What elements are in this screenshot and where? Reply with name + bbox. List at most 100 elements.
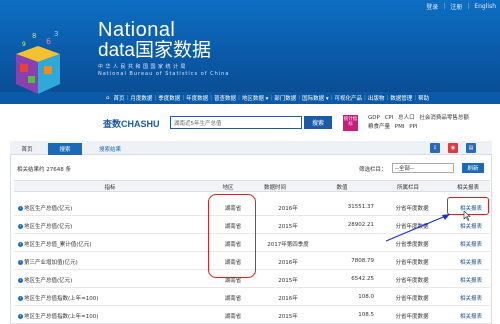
nav-item-help[interactable]: 帮助 bbox=[416, 94, 431, 102]
related-report-link[interactable]: 相关报表 bbox=[454, 222, 488, 230]
breadcrumb-tabs bbox=[10, 141, 492, 155]
svg-text:6: 6 bbox=[46, 37, 51, 46]
indicator-cell: i 地区生产总值_累计值(亿元) bbox=[18, 240, 92, 248]
value-cell: 7808.79 bbox=[351, 258, 374, 264]
separator: | bbox=[467, 3, 470, 10]
download-icon[interactable]: ⇩ bbox=[430, 143, 440, 153]
nav-item-regional[interactable]: 地区数据 ▾ bbox=[240, 94, 271, 102]
region-cell: 湖南省 bbox=[224, 314, 242, 320]
logo-title-cn: data国家数据 bbox=[98, 40, 211, 61]
nav-item-annual[interactable]: 年度数据 bbox=[184, 94, 210, 102]
info-icon[interactable]: i bbox=[18, 223, 23, 229]
column-header-region: 地区 bbox=[222, 185, 234, 191]
logo-title-en: National bbox=[98, 19, 176, 41]
home-icon[interactable]: ⌂ bbox=[104, 95, 112, 101]
nav-item-quarterly[interactable]: 季度数据 bbox=[156, 94, 182, 102]
register-link[interactable]: 注册 bbox=[450, 2, 462, 11]
value-cell: 108.0 bbox=[358, 294, 374, 300]
time-cell: 2016年 bbox=[278, 206, 298, 212]
time-cell: 2015年 bbox=[278, 278, 298, 284]
hot-link[interactable]: 粮食产量 bbox=[368, 124, 390, 130]
site-header bbox=[0, 0, 500, 92]
toolbar-icons: ⇩ ◉ ▤ bbox=[430, 143, 476, 153]
indicator-name[interactable]: 第三产业增加值(亿元) bbox=[24, 258, 78, 266]
time-cell: 2016年 bbox=[278, 296, 298, 302]
svg-text:9: 9 bbox=[22, 41, 26, 48]
table-row: i 地区生产总值指数(上年=100) 湖南省 2016年 108.0 分省年度数据… bbox=[14, 288, 490, 306]
filter-select[interactable]: --全部-- bbox=[392, 163, 454, 173]
nav-item-census[interactable]: 普查数据 bbox=[212, 94, 238, 102]
chashu-logo: 查数CHASHU bbox=[103, 117, 160, 130]
hot-link[interactable]: 社会消费品零售总额 bbox=[419, 115, 469, 121]
result-count: 相关结果约 27648 条 bbox=[17, 167, 71, 173]
indicator-cell: i 地区生产总值(亿元) bbox=[18, 204, 72, 212]
hot-link[interactable]: PMI bbox=[395, 124, 405, 130]
logo-subtitle-cn: 中华人民共和国国家统计局 bbox=[98, 64, 189, 70]
indicator-cell: i 地区生产总值(亿元) bbox=[18, 222, 72, 230]
nav-item-department[interactable]: 部门数据 bbox=[272, 94, 298, 102]
tab-search[interactable]: 搜索 bbox=[48, 143, 82, 155]
indicator-name[interactable]: 地区生产总值(亿元) bbox=[24, 204, 72, 212]
value-cell: 31551.37 bbox=[347, 204, 374, 210]
info-icon[interactable]: i bbox=[18, 241, 23, 247]
indicator-name[interactable]: 地区生产总值(亿元) bbox=[24, 276, 72, 284]
search-input[interactable] bbox=[170, 116, 302, 129]
related-report-link[interactable]: 相关报表 bbox=[454, 312, 488, 320]
column-cell[interactable]: 分省年度数据 bbox=[392, 294, 432, 302]
login-link[interactable]: 登录 bbox=[426, 2, 438, 11]
indicator-cell: i 地区生产总值指数(上年=100) bbox=[18, 294, 98, 302]
info-icon[interactable]: i bbox=[18, 295, 23, 301]
value-cell: 6542.25 bbox=[351, 276, 374, 282]
related-report-link[interactable]: 相关报表 bbox=[454, 294, 488, 302]
info-icon[interactable]: i bbox=[18, 205, 23, 211]
indicator-name[interactable]: 地区生产总值_累计值(亿元) bbox=[24, 240, 92, 248]
column-header-time: 数据时间 bbox=[263, 185, 286, 191]
filter-select-value: --全部-- bbox=[395, 166, 414, 172]
column-cell[interactable]: 分省年度数据 bbox=[392, 258, 432, 266]
nav-item-publications[interactable]: 出版物 bbox=[366, 94, 387, 102]
weibo-icon[interactable]: ◉ bbox=[448, 143, 458, 153]
english-link[interactable]: English bbox=[474, 3, 496, 10]
region-highlight-annotation bbox=[208, 194, 256, 278]
stat-indicator-badge[interactable]: 统计指标 bbox=[343, 115, 358, 131]
tab-search-result[interactable]: 搜索结果 bbox=[90, 143, 130, 155]
tab-home[interactable]: 首页 bbox=[12, 143, 42, 155]
chashu-brand-name: CHASHU bbox=[121, 119, 160, 129]
indicator-name[interactable]: 地区生产总值指数(上年=100) bbox=[24, 294, 98, 302]
info-icon[interactable]: i bbox=[18, 259, 23, 265]
svg-text:8: 8 bbox=[32, 32, 36, 40]
search-button[interactable]: 搜索 bbox=[304, 116, 332, 129]
nav-item-visualization[interactable]: 可视化产品 bbox=[333, 94, 365, 102]
nav-item-international[interactable]: 国际数据 ▾ bbox=[300, 94, 331, 102]
separator: | bbox=[443, 3, 446, 10]
main-nav: ⌂ 首页 | 月度数据 | 季度数据 | 年度数据 | 普查数据 | 地区数据 … bbox=[104, 92, 500, 104]
related-report-link[interactable]: 相关报表 bbox=[454, 240, 488, 248]
nav-item-home[interactable]: 首页 bbox=[112, 94, 127, 102]
related-report-link[interactable]: 相关报表 bbox=[454, 276, 488, 284]
nav-item-monthly[interactable]: 月度数据 bbox=[128, 94, 154, 102]
info-icon[interactable]: i bbox=[18, 313, 23, 319]
time-cell: 2017年第四季度 bbox=[267, 242, 309, 248]
hot-link[interactable]: PPI bbox=[409, 124, 417, 130]
related-report-link[interactable]: 相关报表 bbox=[454, 258, 488, 266]
value-cell: 28902.21 bbox=[347, 222, 374, 228]
column-cell[interactable]: 分省年度数据 bbox=[392, 276, 432, 284]
hot-link[interactable]: 总人口 bbox=[398, 115, 415, 121]
indicator-cell: i 地区生产总值指数(上年=100) bbox=[18, 312, 98, 320]
time-cell: 2015年 bbox=[278, 224, 298, 230]
hot-link[interactable]: CPI bbox=[385, 115, 394, 121]
refresh-button[interactable]: 刷新 bbox=[462, 163, 484, 173]
indicator-name[interactable]: 地区生产总值指数(上年=100) bbox=[24, 312, 98, 320]
indicator-name[interactable]: 地区生产总值(亿元) bbox=[24, 222, 72, 230]
header-background bbox=[0, 0, 500, 92]
column-cell[interactable]: 分省年度数据 bbox=[392, 312, 432, 320]
nav-item-data-management[interactable]: 数据管理 bbox=[388, 94, 414, 102]
svg-text:3: 3 bbox=[54, 30, 58, 38]
hot-link[interactable]: GDP bbox=[368, 115, 380, 121]
data-cube-logo-icon: 6 8 3 9 bbox=[16, 30, 60, 94]
print-icon[interactable]: ▤ bbox=[466, 143, 476, 153]
info-icon[interactable]: i bbox=[18, 277, 23, 283]
site-logo[interactable]: National data国家数据 中华人民共和国国家统计局 National … bbox=[98, 20, 229, 77]
top-links: 登录 | 注册 | English bbox=[426, 2, 496, 11]
column-header-indicator: 指标 bbox=[104, 185, 116, 191]
